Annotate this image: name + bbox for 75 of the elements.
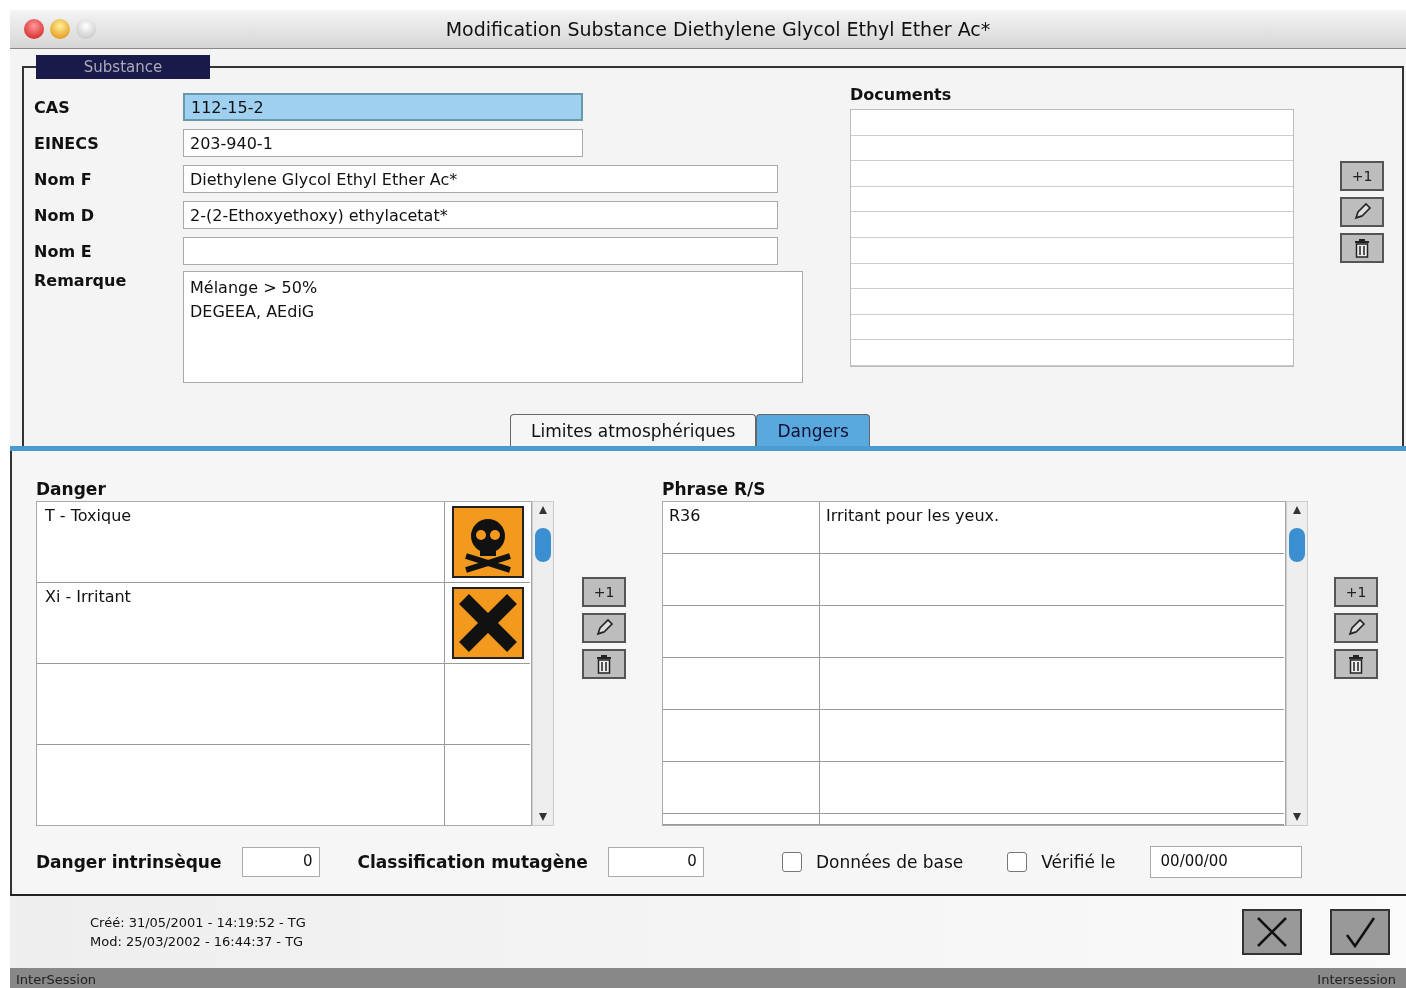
text-field[interactable] — [183, 237, 778, 265]
trash-icon — [595, 654, 613, 674]
delete-button[interactable] — [1334, 649, 1378, 679]
trash-icon — [1353, 238, 1371, 258]
field-label: Nom F — [34, 169, 93, 189]
checkbox[interactable] — [1007, 852, 1028, 872]
close-button[interactable] — [24, 19, 44, 39]
scrollbar[interactable] — [532, 501, 554, 826]
confirm-button[interactable] — [1330, 909, 1390, 955]
close-icon — [1255, 915, 1289, 949]
add-button[interactable]: +1 — [1334, 577, 1378, 607]
edit-button[interactable] — [582, 613, 626, 643]
created-info: Créé: 31/05/2001 - 14:19:52 - TG — [90, 914, 307, 932]
text-field[interactable]: 203-940-1 — [183, 129, 583, 157]
table-cell[interactable] — [663, 606, 820, 658]
pencil-icon — [1346, 618, 1366, 638]
field-label: Remarque — [34, 271, 128, 292]
add-button[interactable]: +1 — [582, 577, 626, 607]
pencil-icon — [594, 618, 614, 638]
tab[interactable]: Dangers — [756, 414, 870, 446]
documents-label: Documents — [850, 85, 953, 106]
number-field[interactable]: 0 — [607, 847, 704, 877]
delete-button[interactable] — [1340, 233, 1384, 263]
window-title: Modification Substance Diethylene Glycol Ethyl Ether Ac* — [445, 18, 991, 40]
table-cell[interactable] — [663, 710, 820, 762]
scroll-up-icon[interactable] — [1293, 506, 1301, 514]
checkbox[interactable] — [781, 852, 802, 872]
table-cell[interactable]: T - Toxique — [37, 502, 445, 583]
checkbox-label: Données de base — [815, 852, 964, 872]
group-legend: Substance — [36, 55, 210, 79]
field-label: CAS — [34, 97, 71, 117]
scroll-down-icon[interactable] — [1293, 813, 1301, 821]
table-cell[interactable] — [663, 658, 820, 710]
field-label: Nom E — [34, 241, 93, 261]
trash-icon — [1347, 654, 1365, 674]
table-cell[interactable] — [663, 814, 820, 825]
danger-label: Danger — [36, 479, 107, 501]
delete-button[interactable] — [582, 649, 626, 679]
table-cell[interactable] — [37, 664, 445, 745]
remark-field[interactable]: Mélange > 50% DEGEEA, AEdiG — [183, 271, 803, 383]
phrase-label: Phrase R/S — [662, 479, 767, 501]
field-label: Danger intrinsèque — [36, 852, 222, 872]
status-text: Intersession — [1317, 972, 1396, 987]
scroll-thumb[interactable] — [1289, 528, 1305, 562]
pencil-icon — [1352, 202, 1372, 222]
scrollbar[interactable] — [1286, 501, 1308, 826]
scroll-up-icon[interactable] — [539, 506, 547, 514]
field-label: Classification mutagène — [357, 852, 588, 872]
modified-info: Mod: 25/03/2002 - 16:44:37 - TG — [90, 933, 305, 951]
field-label: EINECS — [34, 133, 100, 153]
text-field[interactable]: Diethylene Glycol Ethyl Ether Ac* — [183, 165, 778, 193]
number-field[interactable]: 0 — [241, 847, 320, 877]
status-text: InterSession — [16, 972, 97, 987]
table-cell[interactable]: Irritant pour les yeux. — [820, 502, 1284, 554]
table-cell[interactable] — [663, 554, 820, 606]
text-field[interactable]: 2-(2-Ethoxyethoxy) ethylacetat* — [183, 201, 778, 229]
scroll-down-icon[interactable] — [539, 813, 547, 821]
table-cell[interactable] — [663, 762, 820, 814]
checkmark-icon — [1343, 915, 1377, 949]
text-field[interactable]: 112-15-2 — [183, 93, 583, 121]
cross-icon — [451, 587, 524, 659]
documents-list[interactable] — [850, 109, 1294, 367]
table-cell[interactable]: R36 — [663, 502, 820, 554]
add-button[interactable]: +1 — [1340, 161, 1384, 191]
edit-button[interactable] — [1334, 613, 1378, 643]
checkbox-label: Vérifié le — [1041, 852, 1116, 872]
table-cell[interactable]: Xi - Irritant — [37, 583, 445, 664]
cancel-button[interactable] — [1242, 909, 1302, 955]
skull-crossbones-icon — [451, 506, 524, 578]
tab[interactable]: Limites atmosphériques — [510, 414, 757, 446]
scroll-thumb[interactable] — [535, 528, 551, 562]
edit-button[interactable] — [1340, 197, 1384, 227]
minimize-button[interactable] — [50, 19, 70, 39]
field-label: Nom D — [34, 205, 95, 225]
date-field[interactable]: 00/00/00 — [1149, 846, 1302, 878]
